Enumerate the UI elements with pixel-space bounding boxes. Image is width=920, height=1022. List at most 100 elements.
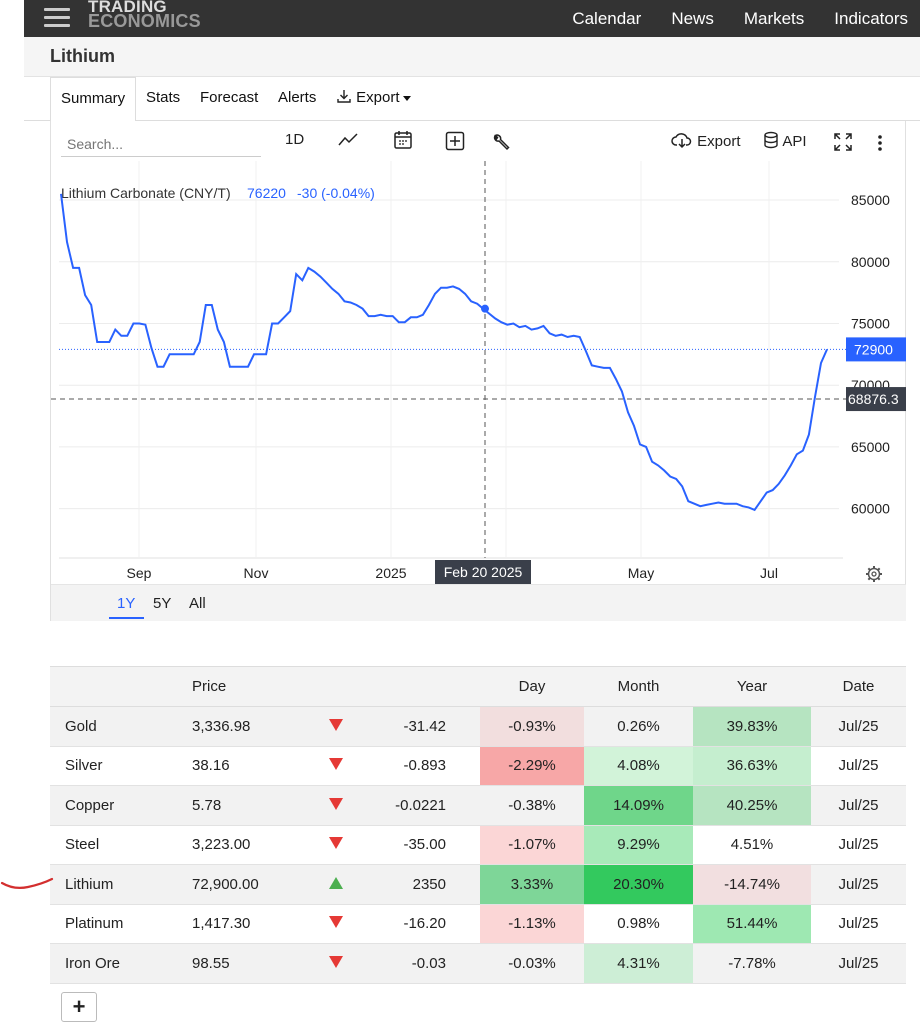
col-month: Month [584, 666, 693, 707]
nav-news[interactable]: News [671, 9, 714, 29]
price-chart[interactable]: Lithium Carbonate (CNY/T) 76220 -30 (-0.… [51, 161, 907, 584]
tab-export[interactable]: Export [336, 77, 411, 121]
main-nav: Calendar News Markets Indicators [572, 0, 908, 37]
calendar-icon[interactable] [393, 130, 413, 154]
table-row[interactable]: Iron Ore 98.55 -0.03 -0.03% 4.31% -7.78% Jul/2… [50, 943, 906, 984]
direction-cell [306, 943, 366, 984]
gear-tooth [867, 577, 871, 581]
menu-icon[interactable] [44, 5, 70, 31]
cloud-download-icon [671, 133, 692, 149]
year-change-cell: 36.63% [693, 746, 811, 786]
table-row[interactable]: Lithium 72,900.00 2350 3.33% 20.30% -14.74% Ju… [50, 864, 906, 905]
change-cell: 2350 [366, 864, 480, 905]
price-cell: 5.78 [176, 785, 306, 826]
nav-markets[interactable]: Markets [744, 9, 804, 29]
api-button[interactable]: API [763, 131, 807, 150]
commodity-name[interactable]: Copper [50, 785, 176, 826]
nav-calendar[interactable]: Calendar [572, 9, 641, 29]
logo-line2: ECONOMICS [88, 11, 201, 31]
chart-grid [59, 161, 843, 559]
commodity-name[interactable]: Steel [50, 825, 176, 865]
crosshair-price-label: 68876.3 [848, 391, 899, 407]
commodity-name[interactable]: Gold [50, 706, 176, 747]
fullscreen-icon[interactable] [833, 132, 853, 156]
gear-tooth [867, 567, 871, 571]
price-cell: 3,223.00 [176, 825, 306, 865]
year-change-cell: 39.83% [693, 706, 811, 747]
tab-forecast[interactable]: Forecast [200, 77, 258, 121]
month-change-cell: 9.29% [584, 825, 693, 865]
month-change-cell: 14.09% [584, 785, 693, 826]
chart-legend-value: 76220 [247, 185, 286, 201]
table-row[interactable]: Gold 3,336.98 -31.42 -0.93% 0.26% 39.83% Jul/2… [50, 706, 906, 747]
direction-cell [306, 864, 366, 905]
gear-ring [867, 567, 881, 581]
price-cell: 38.16 [176, 746, 306, 786]
add-indicator-icon[interactable] [445, 131, 465, 155]
date-cell: Jul/25 [811, 825, 906, 865]
add-row-button[interactable]: + [61, 992, 97, 1022]
year-change-cell: 4.51% [693, 825, 811, 865]
top-navbar: TRADING ECONOMICS Calendar News Markets … [24, 0, 920, 37]
table-body: Gold 3,336.98 -31.42 -0.93% 0.26% 39.83% Jul/2… [50, 706, 906, 984]
price-cell: 1,417.30 [176, 904, 306, 944]
col-day: Day [480, 666, 584, 707]
change-cell: -0.0221 [366, 785, 480, 826]
symbol-search-input[interactable] [61, 131, 261, 157]
chart-type-icon[interactable] [337, 132, 359, 152]
range-all[interactable]: All [189, 595, 206, 612]
day-change-cell: -0.93% [480, 706, 584, 747]
col-price: Price [176, 666, 306, 707]
direction-cell [306, 706, 366, 747]
nav-indicators[interactable]: Indicators [834, 9, 908, 29]
commodity-name[interactable]: Silver [50, 746, 176, 786]
interval-button[interactable]: 1D [285, 131, 304, 148]
table-row[interactable]: Silver 38.16 -0.893 -2.29% 4.08% 36.63% Jul/25 [50, 746, 906, 786]
col-year: Year [693, 666, 811, 707]
date-cell: Jul/25 [811, 785, 906, 826]
date-cell: Jul/25 [811, 706, 906, 747]
tab-alerts[interactable]: Alerts [278, 77, 316, 121]
range-5y[interactable]: 5Y [153, 595, 171, 612]
series-layer [60, 193, 828, 512]
trading-economics-logo[interactable]: TRADING ECONOMICS [88, 0, 201, 31]
direction-cell [306, 825, 366, 865]
table-row[interactable]: Steel 3,223.00 -35.00 -1.07% 9.29% 4.51% Jul/2… [50, 825, 906, 865]
export-button[interactable]: Export [671, 131, 741, 150]
settings-gear-icon[interactable] [866, 566, 882, 582]
day-change-cell: -1.13% [480, 904, 584, 944]
tab-stats[interactable]: Stats [146, 77, 180, 121]
api-label: API [782, 133, 807, 150]
tab-export-label: Export [356, 89, 400, 106]
change-cell: -16.20 [366, 904, 480, 944]
arrow-up-icon [329, 876, 343, 889]
col-change [366, 666, 480, 707]
y-tick-label: 80000 [851, 254, 890, 270]
month-change-cell: 0.98% [584, 904, 693, 944]
date-cell: Jul/25 [811, 904, 906, 944]
month-change-cell: 0.26% [584, 706, 693, 747]
range-active-underline [109, 617, 144, 619]
crosshair-marker [481, 304, 489, 313]
table-row[interactable]: Copper 5.78 -0.0221 -0.38% 14.09% 40.25% Jul/2… [50, 785, 906, 826]
table-row[interactable]: Platinum 1,417.30 -16.20 -1.13% 0.98% 51.44% J… [50, 904, 906, 944]
range-1y[interactable]: 1Y [117, 595, 135, 612]
y-tick-label: 85000 [851, 192, 890, 208]
y-tick-label: 75000 [851, 315, 890, 331]
wrench-icon[interactable] [491, 133, 511, 157]
tabs: Summary Stats Forecast Alerts Export [50, 77, 920, 122]
commodity-name[interactable]: Platinum [50, 904, 176, 944]
tab-summary[interactable]: Summary [50, 77, 137, 122]
commodity-name[interactable]: Iron Ore [50, 943, 176, 984]
day-change-cell: -0.03% [480, 943, 584, 984]
database-icon [764, 131, 778, 149]
change-cell: -35.00 [366, 825, 480, 865]
change-cell: -0.03 [366, 943, 480, 984]
more-options-icon[interactable] [877, 134, 883, 156]
direction-cell [306, 746, 366, 786]
arrow-down-icon [329, 718, 343, 731]
y-tick-label: 60000 [851, 501, 890, 517]
gear-tooth [877, 577, 881, 581]
date-cell: Jul/25 [811, 864, 906, 905]
commodity-name[interactable]: Lithium [50, 864, 176, 905]
